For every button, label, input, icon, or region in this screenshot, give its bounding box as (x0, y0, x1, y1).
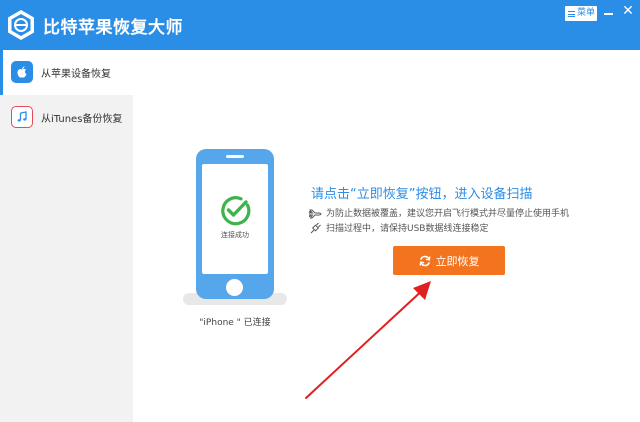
menu-lines-icon (568, 10, 575, 17)
app-title: 比特苹果恢复大师 (43, 18, 183, 38)
phone-screen: 连接成功 (202, 164, 268, 274)
menu-button[interactable]: 菜单 (565, 6, 597, 21)
minimize-button[interactable] (602, 4, 616, 18)
tip-text: 扫描过程中，请保持USB数据线连接稳定 (326, 224, 489, 234)
sidebar-item-label: 从苹果设备恢复 (41, 69, 111, 80)
sidebar-item-itunes-recovery[interactable]: 从iTunes备份恢复 (0, 95, 133, 140)
apple-icon (11, 61, 33, 83)
menu-label: 菜单 (577, 8, 596, 18)
refresh-icon (419, 255, 430, 266)
music-note-icon (11, 106, 33, 128)
tip-text: 为防止数据被覆盖，建议您开启飞行模式并尽量停止使用手机 (326, 209, 570, 219)
connection-status-text: 连接成功 (221, 231, 249, 239)
title-bar: 比特苹果恢复大师 菜单 ✕ (0, 0, 640, 50)
app-logo-icon (8, 10, 34, 40)
recover-now-button[interactable]: 立即恢复 (393, 246, 505, 275)
tip-airplane-mode: 为防止数据被覆盖，建议您开启飞行模式并尽量停止使用手机 (309, 206, 569, 219)
check-circle-icon (221, 196, 251, 226)
recover-button-label: 立即恢复 (435, 254, 480, 268)
phone-home-button (226, 279, 243, 296)
sidebar-item-device-recovery[interactable]: 从苹果设备恢复 (0, 50, 133, 95)
sidebar: 从苹果设备恢复 从iTunes备份恢复 (0, 50, 133, 422)
phone-illustration: 连接成功 (196, 149, 274, 299)
device-connected-label: "iPhone " 已连接 (199, 318, 271, 328)
airplane-icon (309, 209, 322, 218)
close-button[interactable]: ✕ (620, 3, 636, 19)
instruction-headline: 请点击“立即恢复”按钮，进入设备扫描 (311, 187, 533, 202)
tip-usb-stable: 扫描过程中，请保持USB数据线连接稳定 (309, 221, 488, 234)
sidebar-item-label: 从iTunes备份恢复 (41, 114, 123, 125)
red-arrow-annotation (305, 281, 431, 399)
phone-speaker (226, 155, 244, 158)
plug-icon (310, 222, 321, 233)
